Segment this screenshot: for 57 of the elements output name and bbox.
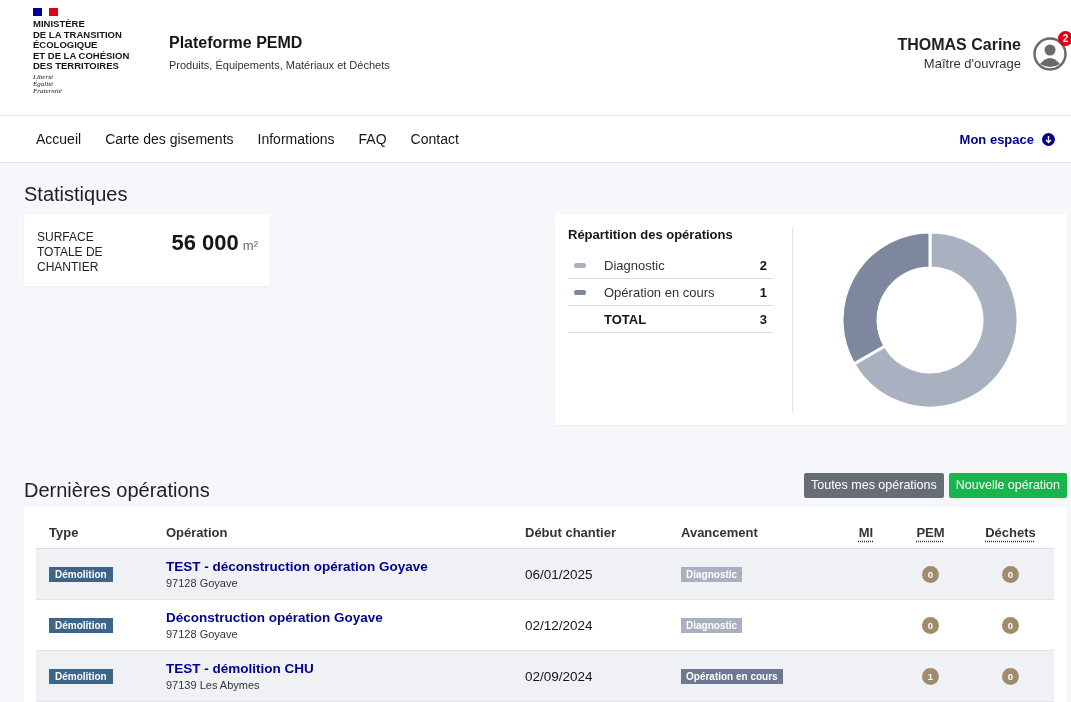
operation-location: 97128 Goyave <box>166 577 239 589</box>
table-row[interactable]: Démolition TEST - déconstruction opération Goyave 97128 Goyave 06/01/2025 Diagnostic 0 0 <box>36 549 1054 600</box>
all-operations-button[interactable]: Toutes mes opérations <box>804 472 944 498</box>
table-row[interactable]: Démolition TEST - démolition CHU 97139 Les Abymes 02/09/2024 Opération en cours 1 0 <box>36 651 1054 702</box>
chart-title: Répartition des opérations <box>568 227 734 242</box>
column-header: Début chantier <box>524 525 617 540</box>
user-name: THOMAS Carine <box>897 36 1021 54</box>
notification-badge: 2 <box>1058 31 1071 46</box>
section-title: Dernières opérations <box>24 478 211 502</box>
count-badge: 0 <box>1002 667 1019 685</box>
legend-count: 1 <box>759 284 767 300</box>
arrow-down-icon[interactable] <box>1042 132 1055 146</box>
account-link[interactable]: Mon espace <box>947 125 1042 153</box>
column-header: MI <box>858 525 874 540</box>
operation-link[interactable]: TEST - démolition CHU <box>166 661 512 676</box>
ministry-name: MINISTÈRE DE LA TRANSITION ÉCOLOGIQUE ET DE LA COHÉSION DES TERRITOIRES <box>33 19 131 72</box>
column-header: PEM <box>916 525 945 540</box>
nav-link[interactable]: Carte des gisements <box>93 125 246 153</box>
count-badge: 0 <box>1002 565 1019 583</box>
legend-label: Diagnostic <box>604 257 666 273</box>
site-title[interactable]: Plateforme PEMD <box>169 34 390 52</box>
start-date: 06/01/2025 <box>524 566 594 582</box>
start-date: 02/12/2024 <box>524 617 594 633</box>
legend-count: 2 <box>759 257 767 273</box>
operation-link[interactable]: Déconstruction opération Goyave <box>166 610 512 625</box>
total-count: 3 <box>759 311 767 327</box>
flag-icon <box>33 8 58 16</box>
section-title: Statistiques <box>24 183 129 206</box>
user-role: Maître d'ouvrage <box>923 56 1021 71</box>
nav-link[interactable]: Informations <box>245 125 347 153</box>
count-badge: 0 <box>922 565 939 583</box>
legend-label: Opération en cours <box>604 284 716 300</box>
status-tag: Opération en cours <box>681 668 783 684</box>
type-tag: Démolition <box>49 668 113 684</box>
operation-location: 97139 Les Abymes <box>166 679 261 691</box>
stat-value: 56 000 <box>171 230 239 255</box>
type-tag: Démolition <box>49 617 113 633</box>
count-badge: 1 <box>922 667 939 685</box>
column-header: Type <box>48 525 80 540</box>
count-badge: 0 <box>1002 616 1019 634</box>
status-tag: Diagnostic <box>681 617 743 633</box>
status-tag: Diagnostic <box>681 566 743 582</box>
column-header: Opération <box>165 525 229 540</box>
start-date: 02/09/2024 <box>524 668 594 684</box>
site-tagline: Produits, Équipements, Matériaux et Déchets <box>169 59 390 71</box>
count-badge: 0 <box>922 616 939 634</box>
column-header: Déchets <box>985 525 1036 540</box>
nav-link[interactable]: Contact <box>398 125 471 153</box>
nav-link[interactable]: Accueil <box>24 125 94 153</box>
type-tag: Démolition <box>49 566 113 582</box>
column-header: Avancement <box>680 525 759 540</box>
nav-link[interactable]: FAQ <box>346 125 399 153</box>
operation-location: 97128 Goyave <box>166 628 239 640</box>
operation-link[interactable]: TEST - déconstruction opération Goyave <box>166 559 512 574</box>
total-label: TOTAL <box>604 311 648 327</box>
stat-unit: m² <box>242 238 258 253</box>
stat-label: SURFACE TOTALE DE CHANTIER <box>37 230 104 276</box>
